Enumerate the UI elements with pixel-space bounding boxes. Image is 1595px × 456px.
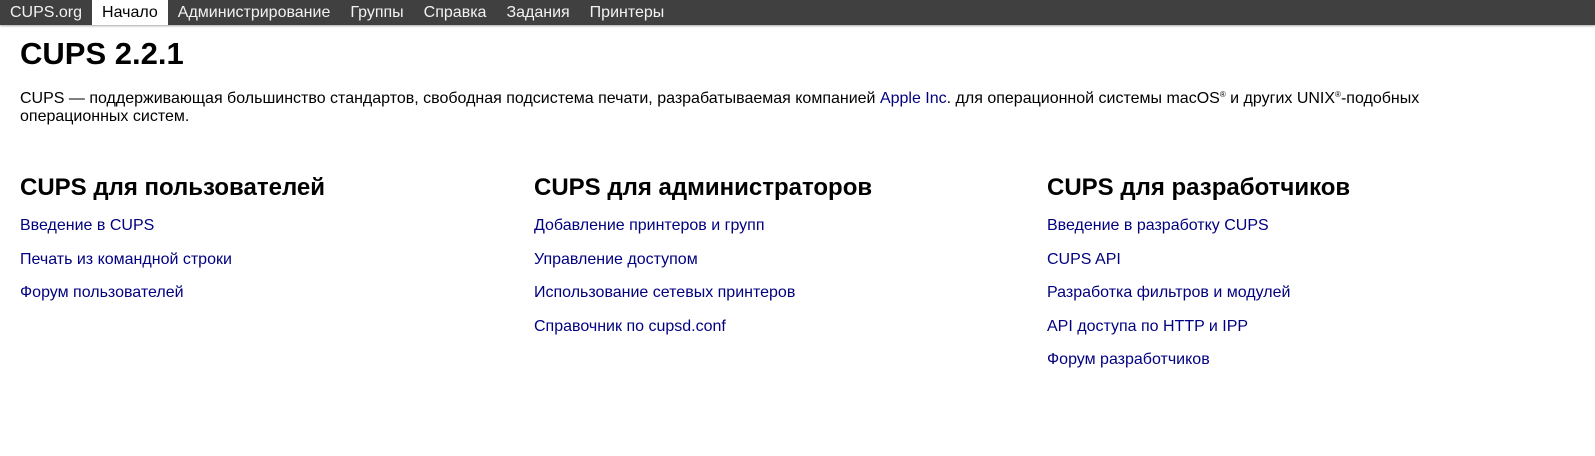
users-links-list: Введение в CUPS Печать из командной стро…	[20, 217, 325, 318]
nav-jobs[interactable]: Задания	[496, 0, 579, 25]
list-item: Справочник по cupsd.conf	[534, 318, 872, 352]
admins-links-list: Добавление принтеров и групп Управление …	[534, 217, 872, 351]
link-network-printers[interactable]: Использование сетевых принтеров	[534, 284, 795, 301]
developers-section: CUPS для разработчиков Введение в разраб…	[1047, 173, 1350, 385]
nav-help[interactable]: Справка	[414, 0, 497, 25]
users-section: CUPS для пользователей Введение в CUPS П…	[20, 173, 325, 318]
link-filters-backends[interactable]: Разработка фильтров и модулей	[1047, 284, 1290, 301]
list-item: Форум разработчиков	[1047, 351, 1350, 385]
admins-section-heading: CUPS для администраторов	[534, 174, 873, 201]
nav-administration[interactable]: Администрирование	[168, 0, 341, 25]
list-item: Управление доступом	[534, 251, 872, 285]
page-title: CUPS 2.2.1	[20, 36, 184, 71]
top-navigation-bar: CUPS.org Начало Администрирование Группы…	[0, 0, 1595, 25]
list-item: Форум пользователей	[20, 284, 325, 318]
intro-paragraph: CUPS — поддерживающая большинство станда…	[20, 90, 1520, 126]
list-item: CUPS API	[1047, 251, 1350, 285]
list-item: Введение в разработку CUPS	[1047, 217, 1350, 251]
link-http-ipp-api[interactable]: API доступа по HTTP и IPP	[1047, 318, 1248, 335]
link-command-line-printing[interactable]: Печать из командной строки	[20, 251, 232, 268]
nav-classes[interactable]: Группы	[340, 0, 413, 25]
users-section-heading: CUPS для пользователей	[20, 174, 325, 201]
developers-section-heading: CUPS для разработчиков	[1047, 174, 1351, 201]
list-item: Использование сетевых принтеров	[534, 284, 872, 318]
link-user-forum[interactable]: Форум пользователей	[20, 284, 184, 301]
nav-printers[interactable]: Принтеры	[580, 0, 675, 25]
nav-cups-org[interactable]: CUPS.org	[0, 0, 92, 25]
link-cups-intro[interactable]: Введение в CUPS	[20, 217, 154, 234]
admins-section: CUPS для администраторов Добавление прин…	[534, 173, 872, 351]
list-item: Добавление принтеров и групп	[534, 217, 872, 251]
list-item: Разработка фильтров и модулей	[1047, 284, 1350, 318]
intro-text-mid2: и других UNIX	[1225, 90, 1336, 107]
list-item: API доступа по HTTP и IPP	[1047, 318, 1350, 352]
link-adding-printers[interactable]: Добавление принтеров и групп	[534, 217, 764, 234]
link-cups-api[interactable]: CUPS API	[1047, 251, 1121, 268]
list-item: Введение в CUPS	[20, 217, 325, 251]
apple-inc-link[interactable]: Apple Inc	[880, 90, 947, 107]
intro-text-start: CUPS — поддерживающая большинство станда…	[20, 90, 880, 107]
intro-text-mid: . для операционной системы macOS	[946, 90, 1220, 107]
main-content: CUPS 2.2.1 CUPS — поддерживающая большин…	[20, 25, 1575, 368]
link-dev-forum[interactable]: Форум разработчиков	[1047, 351, 1210, 368]
link-dev-intro[interactable]: Введение в разработку CUPS	[1047, 217, 1269, 234]
nav-home[interactable]: Начало	[92, 0, 168, 25]
link-access-control[interactable]: Управление доступом	[534, 251, 698, 268]
link-cupsd-conf-reference[interactable]: Справочник по cupsd.conf	[534, 318, 726, 335]
developers-links-list: Введение в разработку CUPS CUPS API Разр…	[1047, 217, 1350, 385]
list-item: Печать из командной строки	[20, 251, 325, 285]
